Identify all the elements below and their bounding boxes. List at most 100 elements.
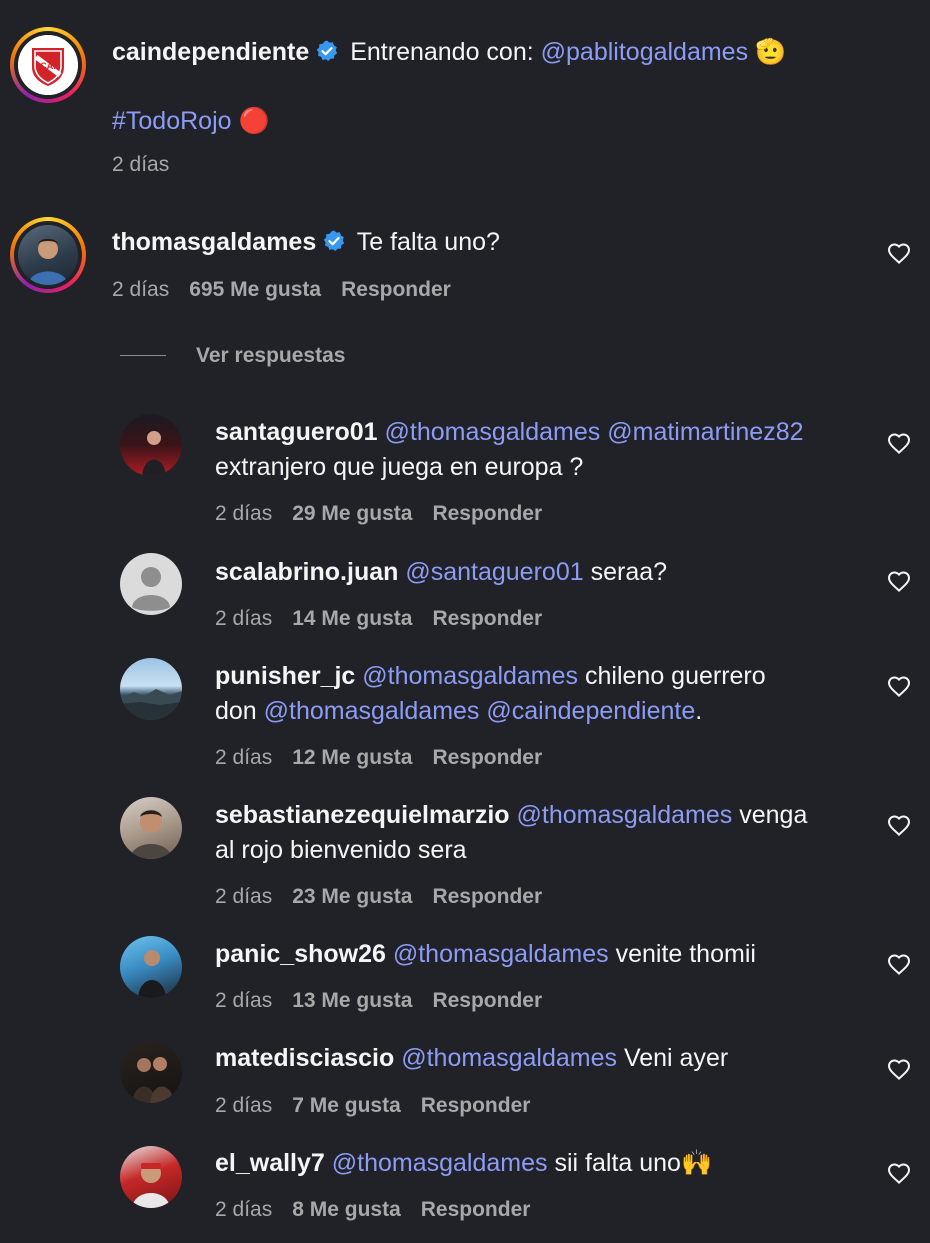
- like-heart-icon[interactable]: [887, 1058, 911, 1082]
- view-replies-button[interactable]: Ver respuestas: [196, 344, 345, 368]
- reply-meta: 2 días 29 Me gusta Responder: [215, 502, 542, 526]
- caption-mention[interactable]: @pablitogaldames: [541, 38, 748, 66]
- reply-text: santaguero01 @thomasgaldames @matimartin…: [215, 415, 804, 450]
- caption-text: Entrenando con:: [350, 38, 541, 66]
- reply-body: venga: [739, 801, 808, 829]
- reply-mention[interactable]: @santaguero01: [405, 558, 583, 586]
- reply-body: al rojo bienvenido sera: [215, 836, 467, 864]
- likes-count[interactable]: 12 Me gusta: [292, 746, 412, 769]
- reply-mention[interactable]: @thomasgaldames: [332, 1149, 548, 1177]
- reply-button[interactable]: Responder: [421, 1094, 531, 1117]
- reply-meta: 2 días 8 Me gusta Responder: [215, 1198, 530, 1222]
- reply-meta: 2 días 7 Me gusta Responder: [215, 1094, 530, 1118]
- post-time: 2 días: [112, 153, 170, 176]
- reply-button[interactable]: Responder: [432, 885, 542, 908]
- avatar-default-icon[interactable]: [120, 553, 182, 615]
- reply-username[interactable]: scalabrino.juan: [215, 558, 398, 586]
- reply-button[interactable]: Responder: [432, 607, 542, 630]
- reply-button[interactable]: Responder: [432, 746, 542, 769]
- likes-count[interactable]: 14 Me gusta: [292, 607, 412, 630]
- comment-body: Te falta uno?: [356, 228, 500, 256]
- reply-mention[interactable]: @thomasgaldames: [385, 418, 601, 446]
- likes-count[interactable]: 29 Me gusta: [292, 502, 412, 525]
- reply-body: sii falta uno🙌: [554, 1149, 713, 1177]
- svg-text:CAI: CAI: [40, 61, 56, 71]
- like-heart-icon[interactable]: [887, 953, 911, 977]
- likes-count[interactable]: 695 Me gusta: [189, 278, 321, 301]
- comment-time: 2 días: [112, 278, 170, 301]
- reply-username[interactable]: matedisciascio: [215, 1044, 394, 1072]
- avatar-panic_show26[interactable]: [120, 936, 182, 998]
- reply-meta: 2 días 13 Me gusta Responder: [215, 989, 542, 1013]
- caption-hashtag[interactable]: #TodoRojo: [112, 107, 232, 135]
- reply-time: 2 días: [215, 502, 273, 525]
- reply-time: 2 días: [215, 1094, 273, 1117]
- reply-username[interactable]: sebastianezequielmarzio: [215, 801, 510, 829]
- reply-mention[interactable]: @matimartinez82: [607, 418, 803, 446]
- avatar-thomasgaldames[interactable]: [10, 217, 86, 293]
- reply-body: chileno guerrero: [585, 662, 766, 690]
- avatar-el_wally7[interactable]: [120, 1146, 182, 1208]
- reply-time: 2 días: [215, 989, 273, 1012]
- post-username[interactable]: caindependiente: [112, 38, 309, 66]
- red-circle-emoji: 🔴: [238, 107, 270, 135]
- reply-button[interactable]: Responder: [432, 989, 542, 1012]
- reply-time: 2 días: [215, 1198, 273, 1221]
- reply-text: panic_show26 @thomasgaldames venite thom…: [215, 937, 756, 972]
- verified-badge-icon: [315, 39, 339, 63]
- reply-mention[interactable]: @thomasgaldames: [362, 662, 578, 690]
- reply-username[interactable]: santaguero01: [215, 418, 378, 446]
- reply-username[interactable]: punisher_jc: [215, 662, 355, 690]
- like-heart-icon[interactable]: [887, 1162, 911, 1186]
- like-heart-icon[interactable]: [887, 814, 911, 838]
- reply-body: don: [215, 697, 264, 725]
- reply-text: el_wally7 @thomasgaldames sii falta uno🙌: [215, 1146, 712, 1181]
- reply-button[interactable]: Responder: [341, 278, 451, 301]
- reply-body: extranjero que juega en europa ?: [215, 453, 584, 481]
- like-heart-icon[interactable]: [887, 675, 911, 699]
- reply-button[interactable]: Responder: [432, 502, 542, 525]
- reply-username[interactable]: panic_show26: [215, 940, 386, 968]
- top-comment-meta: 2 días 695 Me gusta Responder: [112, 278, 451, 302]
- likes-count[interactable]: 23 Me gusta: [292, 885, 412, 908]
- likes-count[interactable]: 8 Me gusta: [292, 1198, 401, 1221]
- reply-text: sebastianezequielmarzio @thomasgaldames …: [215, 798, 807, 833]
- reply-mention[interactable]: @thomasgaldames: [264, 697, 480, 725]
- avatar-matedisciascio[interactable]: [120, 1041, 182, 1103]
- reply-body: .: [695, 697, 703, 725]
- reply-time: 2 días: [215, 607, 273, 630]
- reply-meta: 2 días 12 Me gusta Responder: [215, 746, 542, 770]
- reply-mention[interactable]: @thomasgaldames: [393, 940, 609, 968]
- avatar-punisher_jc[interactable]: [120, 658, 182, 720]
- reply-button[interactable]: Responder: [421, 1198, 531, 1221]
- likes-count[interactable]: 13 Me gusta: [292, 989, 412, 1012]
- reply-body: Veni ayer: [623, 1044, 729, 1072]
- avatar-caindependiente[interactable]: CAI: [10, 27, 86, 103]
- reply-meta: 2 días 23 Me gusta Responder: [215, 885, 542, 909]
- top-comment-text: thomasgaldames Te falta uno?: [112, 225, 500, 260]
- like-heart-icon[interactable]: [887, 242, 911, 266]
- reply-text-line2: al rojo bienvenido sera: [215, 833, 467, 868]
- caption-hashtag-line: #TodoRojo 🔴: [112, 104, 270, 139]
- salute-emoji: 🫡: [755, 38, 787, 66]
- avatar-sebastianezequielmarzio[interactable]: [120, 797, 182, 859]
- avatar-photo: [18, 225, 78, 285]
- reply-text-line2: don @thomasgaldames @caindependiente.: [215, 694, 702, 729]
- like-heart-icon[interactable]: [887, 432, 911, 456]
- likes-count[interactable]: 7 Me gusta: [292, 1094, 401, 1117]
- comment-username[interactable]: thomasgaldames: [112, 228, 316, 256]
- view-replies-divider: [120, 355, 166, 356]
- reply-text: scalabrino.juan @santaguero01 seraa?: [215, 555, 667, 590]
- reply-text: matedisciascio @thomasgaldames Veni ayer: [215, 1041, 728, 1076]
- verified-badge-icon: [322, 229, 346, 253]
- like-heart-icon[interactable]: [887, 570, 911, 594]
- reply-mention[interactable]: @caindependiente: [486, 697, 695, 725]
- reply-mention[interactable]: @thomasgaldames: [401, 1044, 617, 1072]
- reply-text-line2: extranjero que juega en europa ?: [215, 450, 583, 485]
- reply-mention[interactable]: @thomasgaldames: [517, 801, 733, 829]
- reply-body: venite thomii: [615, 940, 756, 968]
- reply-username[interactable]: el_wally7: [215, 1149, 325, 1177]
- avatar-santaguero01[interactable]: [120, 414, 182, 476]
- reply-meta: 2 días 14 Me gusta Responder: [215, 607, 542, 631]
- reply-time: 2 días: [215, 885, 273, 908]
